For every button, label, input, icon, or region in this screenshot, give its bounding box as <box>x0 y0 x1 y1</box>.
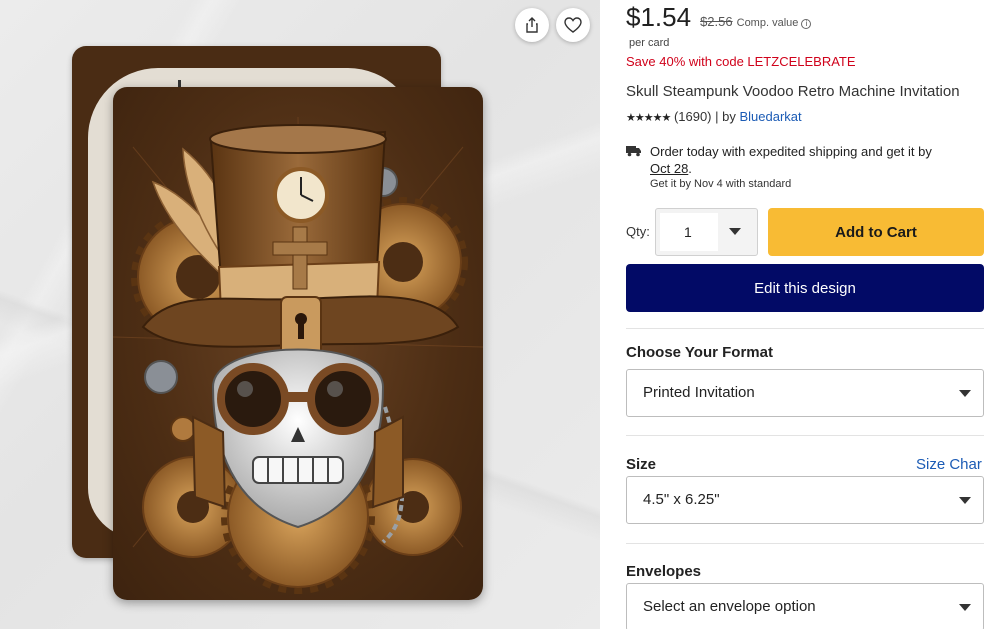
envelope-select[interactable]: Select an envelope option <box>626 583 984 629</box>
divider <box>626 328 984 329</box>
qty-input[interactable] <box>660 213 718 251</box>
format-label: Choose Your Format <box>626 344 773 361</box>
shipping-info: Order today with expedited shipping and … <box>626 143 984 190</box>
star-rating[interactable]: ★★★★★ <box>626 112 671 124</box>
chevron-down-icon <box>959 604 971 611</box>
shipping-punct: . <box>688 161 692 176</box>
product-title: Skull Steampunk Voodoo Retro Machine Inv… <box>626 83 960 100</box>
share-icon <box>526 17 538 33</box>
original-price: $2.56 <box>700 14 733 29</box>
favorite-button[interactable] <box>556 8 590 42</box>
qty-selector[interactable] <box>655 208 758 256</box>
chevron-down-icon <box>959 497 971 504</box>
info-icon[interactable]: i <box>801 19 812 29</box>
shipping-message: Order today with expedited shipping and … <box>650 144 932 159</box>
rating-row: ★★★★★ (1690) | by Bluedarkat <box>626 109 802 124</box>
comp-value-label: Comp. value <box>736 17 799 29</box>
size-value: 4.5" x 6.25" <box>643 491 720 508</box>
price-row: $1.54 $2.56 Comp. value i <box>626 2 812 33</box>
size-label: Size <box>626 456 657 473</box>
divider <box>626 435 984 436</box>
add-to-cart-button[interactable]: Add to Cart <box>768 208 984 256</box>
envelope-value: Select an envelope option <box>643 598 816 615</box>
size-select[interactable]: 4.5" x 6.25" <box>626 476 984 524</box>
chevron-down-icon[interactable] <box>729 228 741 235</box>
divider <box>626 543 984 544</box>
share-button[interactable] <box>515 8 549 42</box>
card-front-preview[interactable] <box>113 87 483 600</box>
by-label: | by <box>715 109 736 124</box>
per-card-label: per card <box>629 37 670 49</box>
qty-label: Qty: <box>626 224 650 239</box>
author-link[interactable]: Bluedarkat <box>739 109 801 124</box>
promo-message: Save 40% with code LETZCELEBRATE <box>626 54 856 69</box>
edit-design-button[interactable]: Edit this design <box>626 264 984 312</box>
product-image-panel <box>0 0 600 629</box>
format-select[interactable]: Printed Invitation <box>626 369 984 417</box>
review-count[interactable]: (1690) <box>674 109 712 124</box>
shipping-date-link[interactable]: Oct 28 <box>650 161 688 176</box>
format-value: Printed Invitation <box>643 384 755 401</box>
product-details: $1.54 $2.56 Comp. value i per card Save … <box>626 0 984 629</box>
standard-shipping-text: Get it by Nov 4 with standard <box>650 178 792 190</box>
steampunk-skull-illustration <box>113 116 483 594</box>
envelopes-label: Envelopes <box>626 563 702 580</box>
heart-icon <box>564 17 582 33</box>
quantity-row: Qty: Add to Cart <box>626 208 984 256</box>
price: $1.54 <box>626 2 692 32</box>
truck-icon <box>626 146 641 157</box>
size-chart-link[interactable]: Size Char <box>916 456 982 473</box>
chevron-down-icon <box>959 390 971 397</box>
shipping-text: Order today with expedited shipping and … <box>650 143 984 177</box>
